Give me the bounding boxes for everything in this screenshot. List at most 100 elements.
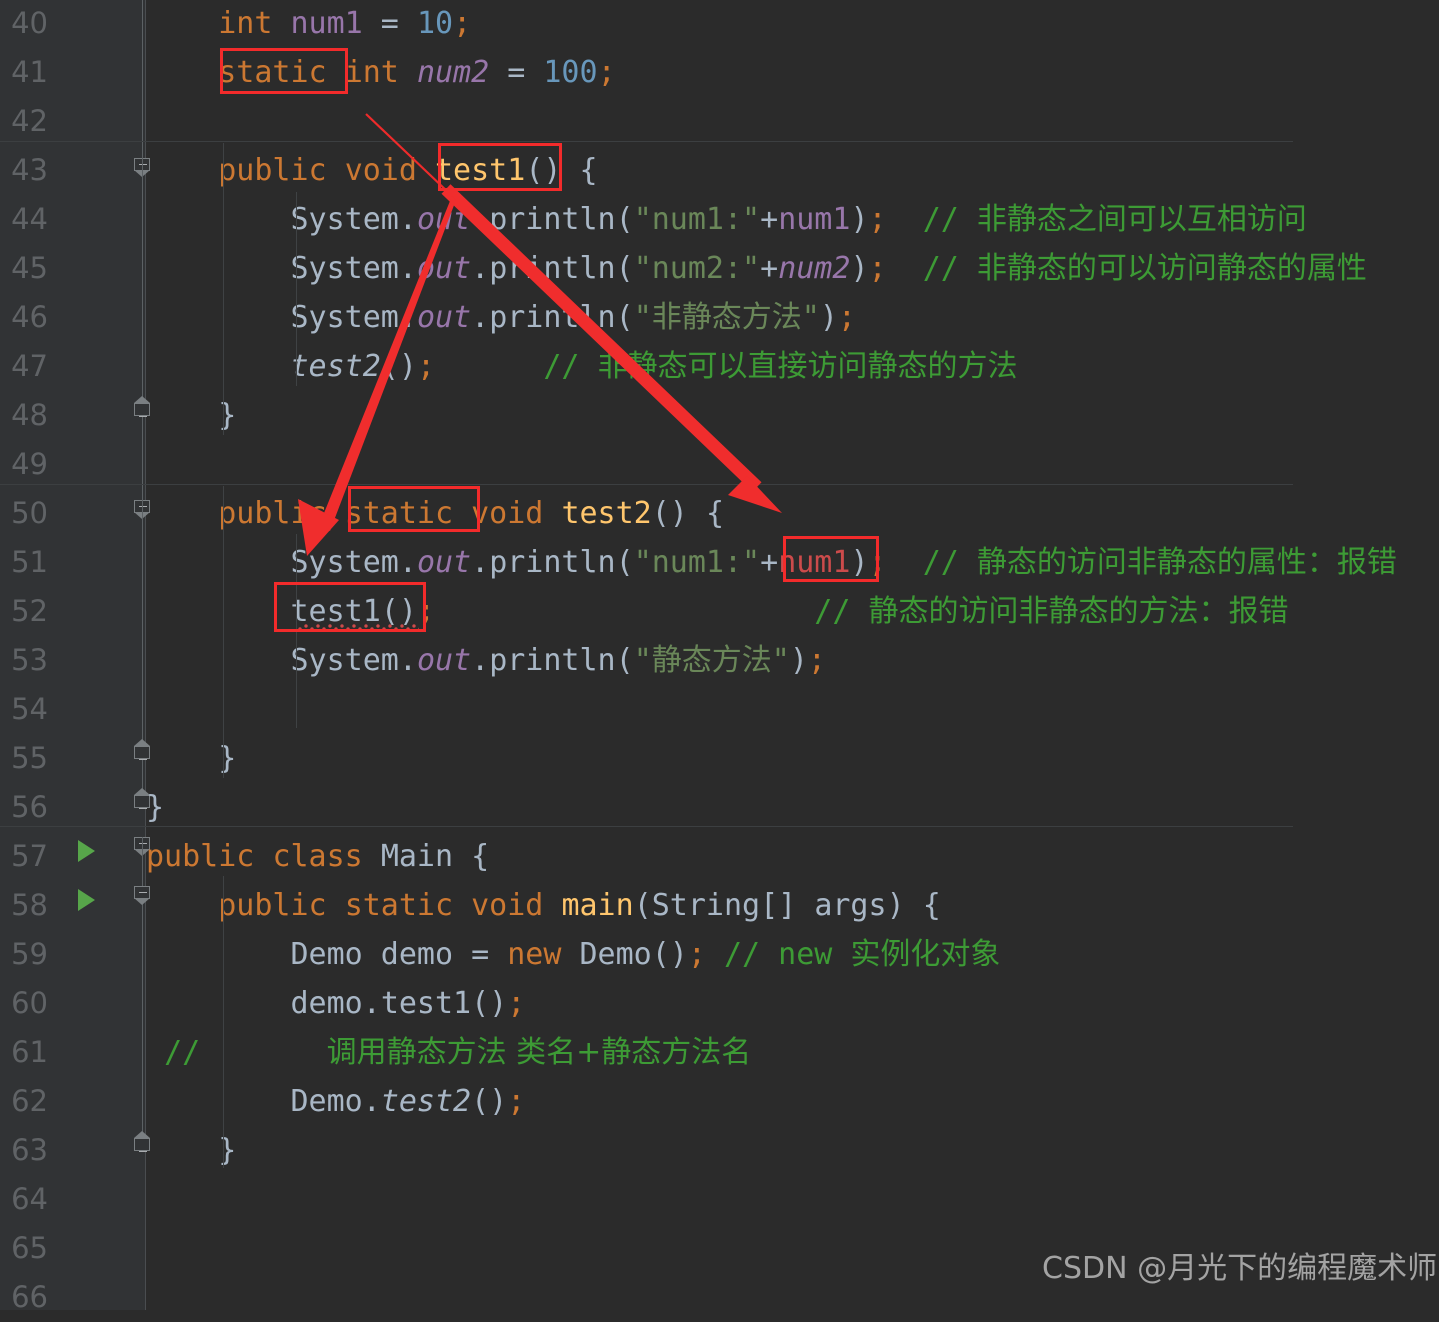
run-line-icon[interactable] xyxy=(78,889,95,911)
code-token: Main xyxy=(380,839,454,874)
code-token: public xyxy=(218,888,327,923)
code-token: test2 xyxy=(290,349,381,384)
code-token: ; xyxy=(416,594,435,629)
run-line-icon[interactable] xyxy=(78,840,95,862)
code-token: () xyxy=(525,153,562,188)
code-line[interactable]: static int num2 = 100; xyxy=(146,48,1439,97)
code-token: void xyxy=(344,153,417,188)
code-line[interactable] xyxy=(146,97,1439,146)
code-token: () xyxy=(380,349,417,384)
code-line[interactable] xyxy=(146,1175,1439,1224)
line-number: 63 xyxy=(11,1133,48,1167)
code-line[interactable]: System.out.println("静态方法"); xyxy=(146,636,1439,685)
code-line[interactable]: demo.test1(); xyxy=(146,979,1439,1028)
code-line[interactable]: System.out.println("num1:"+num1); // 非静态… xyxy=(146,195,1439,244)
code-section-separator xyxy=(0,141,1293,142)
code-token: num2 xyxy=(778,251,851,286)
code-token: + xyxy=(760,251,779,286)
line-number: 40 xyxy=(11,6,48,40)
code-token: out xyxy=(416,300,472,335)
code-line[interactable]: } xyxy=(146,783,1439,832)
indent-guide xyxy=(223,876,224,1168)
code-line[interactable] xyxy=(146,685,1439,734)
line-number: 64 xyxy=(11,1182,48,1216)
code-token: // new xyxy=(724,937,851,972)
code-token: . xyxy=(362,986,381,1021)
line-number: 60 xyxy=(11,986,48,1020)
code-token: args xyxy=(814,888,887,923)
code-token: 非静态方法 xyxy=(651,300,802,335)
code-token: System xyxy=(290,202,399,237)
code-token: ; xyxy=(687,937,706,972)
indent-guide xyxy=(296,534,297,728)
code-token: () xyxy=(471,1084,508,1119)
code-line[interactable]: } xyxy=(146,1126,1439,1175)
code-token: out xyxy=(416,545,472,580)
code-token: ; xyxy=(597,55,616,90)
code-token: Demo demo = xyxy=(290,937,508,972)
code-token: ; xyxy=(807,643,826,678)
code-line[interactable]: } xyxy=(146,734,1439,783)
code-token: System xyxy=(290,251,399,286)
code-line[interactable]: public static void test2() { xyxy=(146,489,1439,538)
code-token: System xyxy=(290,545,399,580)
code-line[interactable]: test1(); // 静态的访问非静态的方法：报错 xyxy=(146,587,1439,636)
line-number: 47 xyxy=(11,349,48,383)
code-line[interactable]: Demo.test2(); xyxy=(146,1077,1439,1126)
code-token: public xyxy=(218,496,327,531)
code-token: 实例化对象 xyxy=(850,937,1001,972)
code-token: test1 xyxy=(435,153,526,188)
code-token: . xyxy=(471,643,490,678)
code-token: num1 xyxy=(778,545,851,580)
code-token: ; xyxy=(507,1084,526,1119)
code-token: out xyxy=(416,202,472,237)
code-line[interactable]: System.out.println("num2:"+num2); // 非静态… xyxy=(146,244,1439,293)
code-token: + xyxy=(760,202,779,237)
code-line[interactable]: public class Main { xyxy=(146,832,1439,881)
code-token: ; xyxy=(507,986,526,1021)
code-editor[interactable]: 40 41 42 43 44 45 46 47 48 49 50 51 52 53 54 55 56 57 58 59… xyxy=(0,0,1439,1314)
code-token: ) xyxy=(850,545,869,580)
code-line[interactable]: // 调用静态方法 类名+静态方法名 xyxy=(146,1028,1439,1077)
code-token: 静态的访问非静态的方法：报错 xyxy=(868,594,1289,629)
code-line[interactable]: Demo demo = new Demo(); // new 实例化对象 xyxy=(146,930,1439,979)
code-line[interactable]: System.out.println("num1:"+num1); // 静态的… xyxy=(146,538,1439,587)
code-token: . xyxy=(471,202,490,237)
code-line[interactable]: public void test1() { xyxy=(146,146,1439,195)
code-token: println xyxy=(489,300,616,335)
code-token: 静态的访问非静态的属性：报错 xyxy=(976,545,1397,580)
code-token: ; xyxy=(453,6,472,41)
code-token: . xyxy=(471,251,490,286)
code-line[interactable]: public static void main(String[] args) { xyxy=(146,881,1439,930)
code-line[interactable]: } xyxy=(146,391,1439,440)
code-line[interactable]: System.out.println("非静态方法"); xyxy=(146,293,1439,342)
code-content[interactable]: int num1 = 10; static int num2 = 100; pu… xyxy=(146,0,1439,1310)
code-line[interactable] xyxy=(146,440,1439,489)
code-token: // xyxy=(543,349,598,384)
code-token: 调用静态方法 类名+静态方法名 xyxy=(326,1035,752,1070)
code-line[interactable]: int num1 = 10; xyxy=(146,0,1439,48)
code-token: . xyxy=(362,1084,381,1119)
code-token: "num2:" xyxy=(633,251,761,286)
code-token: ) xyxy=(819,300,838,335)
code-token: [] xyxy=(760,888,815,923)
code-token: } xyxy=(218,1133,237,1168)
code-line[interactable]: test2(); // 非静态可以直接访问静态的方法 xyxy=(146,342,1439,391)
line-number: 61 xyxy=(11,1035,48,1069)
code-token: ( xyxy=(615,545,634,580)
